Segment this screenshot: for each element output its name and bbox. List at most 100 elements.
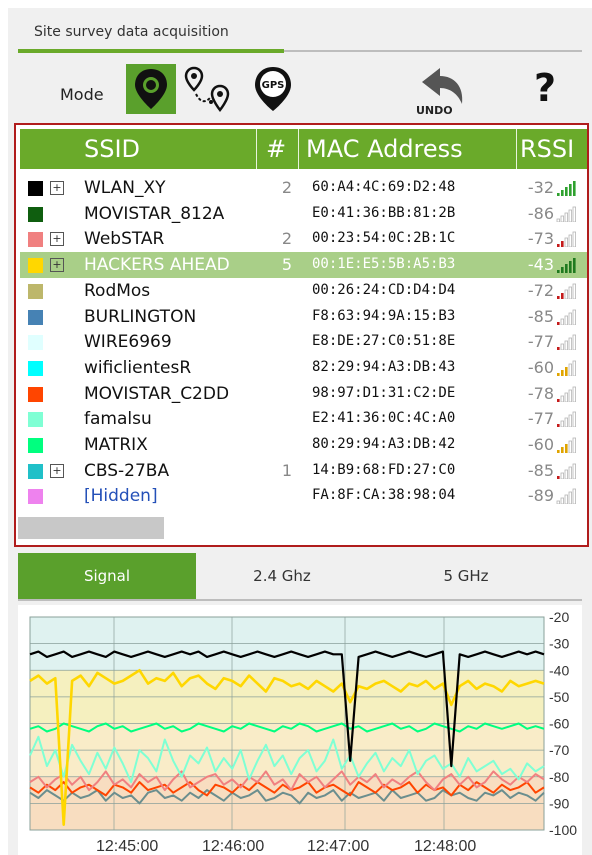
column-header-mac[interactable]: MAC Address [306, 129, 463, 169]
signal-strength-icon [557, 283, 576, 299]
ssid-cell: WLAN_XY [84, 178, 166, 198]
tab-signal[interactable]: Signal [18, 553, 196, 599]
color-swatch [28, 181, 43, 196]
signal-bar [557, 295, 560, 299]
ssid-cell: MATRIX [84, 435, 148, 455]
title-divider [284, 50, 582, 52]
table-row[interactable]: wificlientesR 82:29:94:A3:DB:43 -60 [20, 355, 587, 381]
signal-bar [564, 417, 568, 428]
column-header-count[interactable]: # [266, 129, 286, 169]
color-swatch [28, 283, 43, 299]
signal-strength-icon [557, 463, 576, 479]
mac-cell: 60:A4:4C:69:D2:48 [312, 179, 456, 195]
signal-bar [569, 184, 572, 196]
ssid-cell: WebSTAR [84, 229, 165, 250]
signal-bar [556, 218, 560, 222]
color-swatch [28, 438, 43, 453]
signal-bar [557, 372, 560, 376]
expand-toggle[interactable]: + [50, 181, 64, 195]
signal-bar [560, 497, 564, 505]
table-row[interactable]: WIRE6969 E8:DE:27:C0:51:8E -77 [20, 329, 587, 355]
table-row[interactable]: + WebSTAR 2 00:23:54:0C:2B:1C -73 [20, 226, 587, 252]
column-separator [516, 129, 517, 169]
column-header-rssi[interactable]: RSSI [520, 129, 574, 169]
signal-bar [564, 289, 568, 299]
rssi-cell: -32 [527, 178, 554, 197]
table-row[interactable]: BURLINGTON F8:63:94:9A:15:B3 -85 [20, 304, 587, 330]
signal-bar [568, 389, 572, 402]
mac-cell: 98:97:D1:31:C2:DE [312, 384, 456, 401]
table-row[interactable]: MOVISTAR_812A E0:41:36:BB:81:2B -86 [20, 201, 587, 227]
rssi-cell: -73 [527, 229, 554, 249]
rssi-cell: -89 [527, 486, 554, 506]
signal-bar [572, 488, 576, 505]
signal-bar [565, 444, 568, 453]
column-header-ssid[interactable]: SSID [84, 129, 140, 169]
signal-bar [568, 414, 572, 428]
column-separator [256, 129, 257, 169]
ssid-cell: RodMos [84, 280, 151, 301]
signal-strength-icon [557, 258, 576, 274]
table-row[interactable]: + HACKERS AHEAD 5 00:1E:E5:5B:A5:B3 -43 [20, 252, 587, 279]
mac-cell: E2:41:36:0C:4C:A0 [312, 410, 456, 427]
rssi-cell: -43 [527, 255, 554, 275]
table-row[interactable]: famalsu E2:41:36:0C:4C:A0 -77 [20, 406, 587, 432]
signal-bar [572, 360, 576, 376]
ssid-cell: MOVISTAR_C2DD [84, 383, 230, 404]
signal-bar [568, 337, 572, 351]
gps-mode-button[interactable]: GPS [248, 64, 298, 114]
signal-strength-icon [557, 411, 576, 428]
single-point-mode-button[interactable] [126, 64, 176, 114]
expand-toggle[interactable]: + [50, 463, 64, 478]
signal-bar [560, 215, 564, 222]
signal-bar [564, 315, 568, 325]
mac-cell: F8:63:94:9A:15:B3 [312, 307, 456, 324]
signal-bar [557, 270, 560, 274]
table-row[interactable]: MOVISTAR_C2DD 98:97:D1:31:C2:DE -78 [20, 381, 587, 407]
signal-strength-icon [557, 360, 576, 376]
rssi-cell: -60 [527, 435, 554, 454]
signal-bar [568, 440, 572, 453]
table-row[interactable]: MATRIX 80:29:94:A3:DB:42 -60 [20, 432, 587, 458]
signal-bar [560, 318, 564, 325]
expand-toggle[interactable]: + [50, 258, 64, 273]
signal-bar [572, 206, 576, 222]
signal-strength-icon [557, 181, 576, 196]
signal-bar [568, 491, 572, 505]
table-row[interactable]: + CBS-27BA 1 14:B9:68:FD:27:C0 -85 [20, 458, 587, 484]
count-cell: 5 [281, 255, 292, 275]
color-swatch [28, 232, 43, 248]
signal-bar [557, 450, 560, 453]
rssi-cell: -86 [527, 203, 554, 223]
mac-cell: 80:29:94:A3:DB:42 [312, 436, 456, 452]
signal-bar [560, 343, 564, 351]
signal-bar [561, 190, 564, 196]
mac-cell: 82:29:94:A3:DB:43 [312, 358, 456, 375]
expand-toggle[interactable]: + [50, 232, 64, 247]
rssi-cell: -85 [527, 306, 554, 326]
walk-route-mode-button[interactable] [184, 64, 234, 114]
signal-bar [557, 475, 560, 479]
gps-pin-icon: GPS [255, 67, 291, 111]
help-button[interactable]: ? [534, 66, 556, 110]
signal-bar [561, 292, 564, 299]
color-swatch [28, 206, 43, 222]
signal-strength-icon [556, 206, 576, 222]
horizontal-scrollbar-thumb[interactable] [18, 517, 164, 539]
rssi-cell: -77 [527, 409, 554, 429]
signal-bar [561, 267, 564, 274]
tab-2-4-ghz[interactable]: 2.4 Ghz [196, 553, 368, 599]
table-row[interactable]: RodMos 00:26:24:CD:D4:D4 -72 [20, 278, 587, 304]
signal-bar [568, 312, 572, 325]
ssid-cell: BURLINGTON [84, 306, 197, 327]
rssi-cell: -72 [527, 280, 554, 300]
signal-bar [564, 237, 568, 248]
color-swatch [28, 335, 43, 351]
signal-bar [560, 472, 564, 479]
tab-5-ghz[interactable]: 5 GHz [368, 553, 564, 599]
table-row[interactable]: + WLAN_XY 2 60:A4:4C:69:D2:48 -32 [20, 175, 587, 201]
mac-cell: FA:8F:CA:38:98:04 [312, 487, 456, 504]
table-row[interactable]: [Hidden] FA:8F:CA:38:98:04 -89 [20, 483, 587, 509]
signal-bar [568, 363, 572, 376]
rssi-cell: -78 [527, 383, 554, 403]
